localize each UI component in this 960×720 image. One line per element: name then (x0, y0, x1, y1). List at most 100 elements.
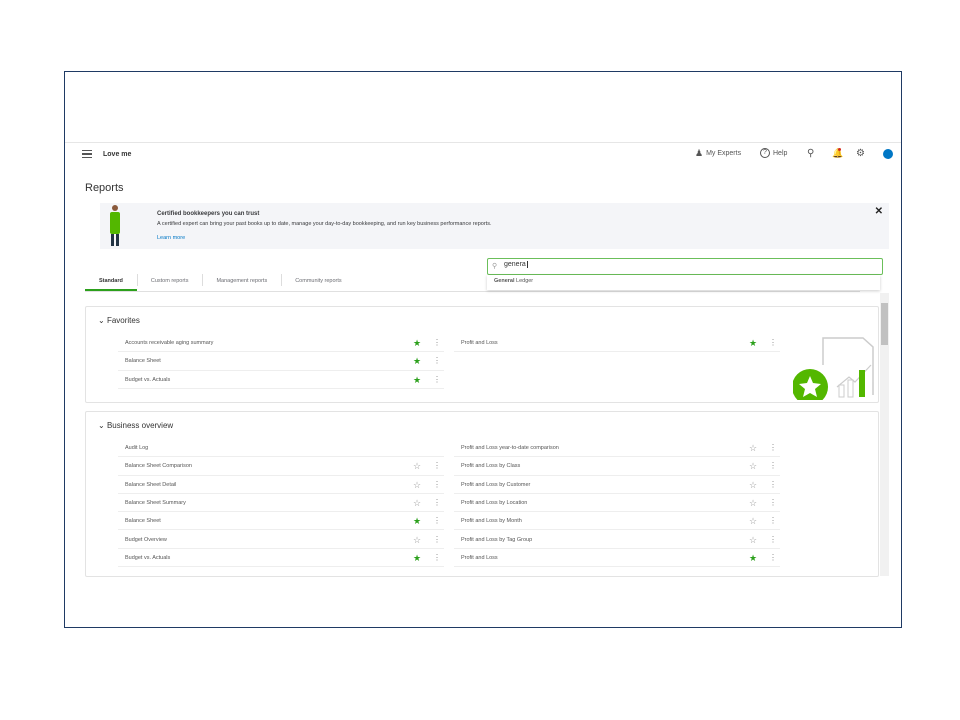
report-name[interactable]: Profit and Loss by Month (461, 512, 522, 530)
help-icon: ? (760, 148, 770, 158)
help-button[interactable]: ? Help (760, 148, 787, 158)
tab-community-reports[interactable]: Community reports (281, 271, 355, 291)
menu-icon[interactable] (82, 150, 92, 158)
banner-body: A certified expert can bring your past b… (157, 221, 492, 227)
more-options-icon[interactable]: ⋮ (433, 512, 441, 530)
star-filled-icon[interactable]: ★ (413, 371, 421, 389)
report-name[interactable]: Budget vs. Actuals (125, 549, 170, 567)
more-options-icon[interactable]: ⋮ (433, 334, 441, 352)
more-options-icon[interactable]: ⋮ (769, 549, 777, 567)
more-options-icon[interactable]: ⋮ (769, 494, 777, 512)
report-name[interactable]: Budget Overview (125, 531, 167, 549)
star-outline-icon[interactable]: ☆ (413, 531, 421, 549)
scrollbar[interactable] (880, 293, 889, 576)
report-name[interactable]: Balance Sheet Detail (125, 476, 176, 494)
star-outline-icon[interactable]: ☆ (749, 512, 757, 530)
report-name[interactable]: Budget vs. Actuals (125, 371, 170, 389)
avatar[interactable] (883, 149, 893, 159)
more-options-icon[interactable]: ⋮ (769, 457, 777, 475)
star-outline-icon[interactable]: ☆ (749, 476, 757, 494)
search-suggestion[interactable]: General Ledger (487, 275, 880, 290)
report-row[interactable]: Profit and Loss year-to-date comparison ☆… (454, 439, 780, 458)
star-outline-icon[interactable]: ☆ (749, 494, 757, 512)
more-options-icon[interactable]: ⋮ (433, 476, 441, 494)
report-name[interactable]: Balance Sheet Summary (125, 494, 186, 512)
tab-standard[interactable]: Standard (85, 271, 137, 291)
report-name[interactable]: Accounts receivable aging summary (125, 334, 213, 352)
report-row[interactable]: Profit and Loss ★ ⋮ (454, 334, 780, 353)
star-filled-icon[interactable]: ★ (413, 549, 421, 567)
report-row[interactable]: Profit and Loss by Month ☆ ⋮ (454, 512, 780, 531)
more-options-icon[interactable]: ⋮ (433, 549, 441, 567)
more-options-icon[interactable]: ⋮ (433, 371, 441, 389)
more-options-icon[interactable]: ⋮ (769, 334, 777, 352)
report-search-input[interactable]: ⚲ genera (487, 258, 883, 275)
learn-more-link[interactable]: Learn more (157, 235, 185, 241)
my-experts-button[interactable]: ♟ My Experts (695, 148, 741, 159)
star-outline-icon[interactable]: ☆ (413, 494, 421, 512)
tab-management-reports[interactable]: Management reports (202, 271, 281, 291)
favorites-header[interactable]: ⌄ Favorites (98, 316, 140, 325)
star-filled-icon[interactable]: ★ (749, 549, 757, 567)
report-row[interactable]: Audit Log (118, 439, 444, 458)
star-filled-icon[interactable]: ★ (749, 334, 757, 352)
close-icon[interactable]: ✕ (875, 206, 883, 217)
business-overview-header[interactable]: ⌄ Business overview (98, 421, 173, 430)
more-options-icon[interactable]: ⋮ (433, 352, 441, 370)
report-row[interactable]: Profit and Loss ★ ⋮ (454, 549, 780, 568)
report-name[interactable]: Balance Sheet Comparison (125, 457, 192, 475)
search-icon[interactable]: ⚲ (807, 148, 814, 159)
report-name[interactable]: Profit and Loss (461, 549, 498, 567)
report-row[interactable]: Balance Sheet Summary ☆ ⋮ (118, 494, 444, 513)
report-row[interactable]: Profit and Loss by Class ☆ ⋮ (454, 457, 780, 476)
report-name[interactable]: Profit and Loss by Location (461, 494, 527, 512)
business-overview-section: ⌄ Business overview Audit Log Balance She… (85, 411, 879, 577)
star-outline-icon[interactable]: ☆ (413, 457, 421, 475)
report-row[interactable]: Balance Sheet ★ ⋮ (118, 352, 444, 371)
report-name[interactable]: Profit and Loss (461, 334, 498, 352)
notification-icon[interactable]: 🔔 (832, 148, 843, 159)
report-row[interactable]: Balance Sheet Comparison ☆ ⋮ (118, 457, 444, 476)
report-name[interactable]: Balance Sheet (125, 512, 161, 530)
gear-icon[interactable]: ⚙ (856, 148, 865, 159)
tab-custom-reports[interactable]: Custom reports (136, 271, 203, 291)
report-name[interactable]: Profit and Loss year-to-date comparison (461, 439, 559, 457)
more-options-icon[interactable]: ⋮ (769, 531, 777, 549)
report-name[interactable]: Profit and Loss by Customer (461, 476, 530, 494)
report-name[interactable]: Profit and Loss by Class (461, 457, 520, 475)
star-filled-icon[interactable]: ★ (413, 512, 421, 530)
report-name[interactable]: Profit and Loss by Tag Group (461, 531, 532, 549)
star-filled-icon[interactable]: ★ (413, 352, 421, 370)
report-row[interactable]: Budget Overview ☆ ⋮ (118, 531, 444, 549)
report-row[interactable]: Budget vs. Actuals ★ ⋮ (118, 549, 444, 568)
star-outline-icon[interactable]: ☆ (749, 457, 757, 475)
more-options-icon[interactable]: ⋮ (433, 457, 441, 475)
more-options-icon[interactable]: ⋮ (769, 476, 777, 494)
report-row[interactable]: Balance Sheet Detail ☆ ⋮ (118, 476, 444, 494)
report-row[interactable]: Balance Sheet ★ ⋮ (118, 512, 444, 531)
report-row[interactable]: Profit and Loss by Customer ☆ ⋮ (454, 476, 780, 494)
star-outline-icon[interactable]: ☆ (413, 476, 421, 494)
favorites-section: ⌄ Favorites Accounts receivable aging su… (85, 306, 879, 403)
window-frame: Love me ♟ My Experts ? Help ⚲ 🔔 ⚙ Reports … (64, 71, 902, 628)
report-name[interactable]: Audit Log (125, 439, 148, 457)
report-row[interactable]: Budget vs. Actuals ★ ⋮ (118, 371, 444, 389)
more-options-icon[interactable]: ⋮ (769, 439, 777, 457)
report-row[interactable]: Profit and Loss by Location ☆ ⋮ (454, 494, 780, 513)
company-name: Love me (103, 151, 132, 158)
report-row[interactable]: Accounts receivable aging summary ★ ⋮ (118, 334, 444, 353)
person-icon: ♟ (695, 148, 704, 158)
app: Love me ♟ My Experts ? Help ⚲ 🔔 ⚙ Reports … (65, 142, 901, 627)
bookkeeper-illustration (108, 205, 122, 247)
report-row[interactable]: Profit and Loss by Tag Group ☆ ⋮ (454, 531, 780, 549)
star-filled-icon[interactable]: ★ (413, 334, 421, 352)
search-icon: ⚲ (492, 263, 498, 270)
more-options-icon[interactable]: ⋮ (433, 494, 441, 512)
report-name[interactable]: Balance Sheet (125, 352, 161, 370)
more-options-icon[interactable]: ⋮ (769, 512, 777, 530)
star-outline-icon[interactable]: ☆ (749, 531, 757, 549)
star-outline-icon[interactable]: ☆ (749, 439, 757, 457)
scrollbar-thumb[interactable] (881, 303, 888, 345)
more-options-icon[interactable]: ⋮ (433, 531, 441, 549)
favorites-illustration (793, 337, 874, 400)
